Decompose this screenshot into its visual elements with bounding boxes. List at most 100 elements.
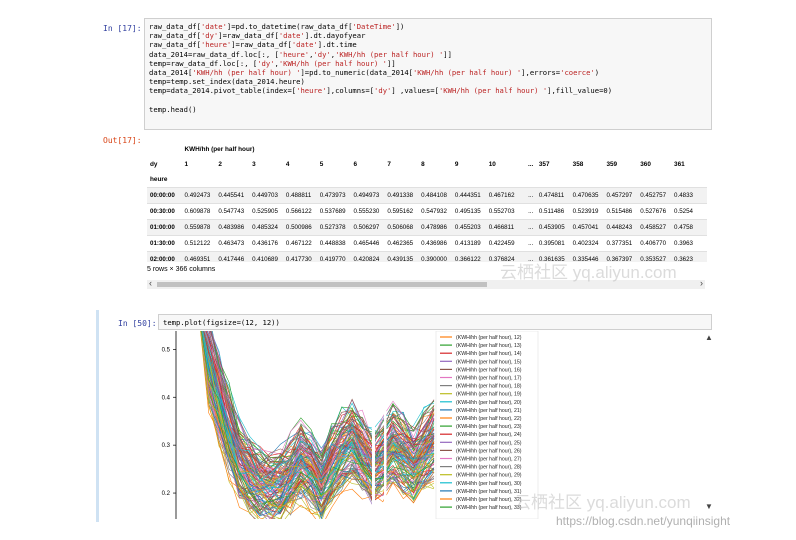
legend-label: (KWH/hh (per half hour), 14) [456,351,522,357]
dataframe-cell: 0.417446 [218,251,253,262]
dataframe-row-index: 02:00:00 [147,251,185,262]
dataframe-cell: 0.466811 [488,219,523,236]
dataframe-cell: 0.448838 [319,235,354,252]
dataframe-top-header: KWH/hh (per half hour) [184,146,255,153]
dataframe-row: 00:30:00 0.609878 0.547743 0.525905 0.566122… [147,203,707,220]
legend-label: (KWH/hh (per half hour), 25) [456,440,522,446]
dataframe-cell: 0.457041 [572,219,607,236]
dataframe-column-header: 9 [454,161,459,168]
dataframe-column-header: 357 [538,161,550,168]
dataframe-cell: ... [522,219,539,236]
dataframe-cell: 0.470635 [572,187,607,204]
dataframe-cell: 0.467162 [488,187,523,204]
dataframe-column-header: 6 [353,161,358,168]
cell-2-code-editor[interactable]: temp.plot(figsize=(12, 12)) [158,314,712,330]
dataframe-cell: 0.422459 [488,235,523,252]
code-line: data_2014['KWH/hh (per half hour) ']=pd.… [149,68,600,78]
cell-1-out-prompt: Out[17]: [103,136,142,145]
dataframe-cell: 0.512122 [184,235,219,252]
scroll-up-icon[interactable]: ▲ [705,333,713,342]
legend-label: (KWH/hh (per half hour), 32) [456,497,522,503]
scroll-left-icon[interactable]: ‹ [149,278,152,288]
legend-label: (KWH/hh (per half hour), 29) [456,473,522,479]
code-line: temp=data_2014.pivot_table(index=['heure… [149,86,613,96]
dataframe-cell: 0.515486 [606,203,641,220]
code-line: data_2014=raw_data_df.loc[:, ['heure','d… [149,49,452,59]
dataframe-column-header: 10 [488,161,496,168]
dataframe-cell: 0.448243 [606,219,641,236]
output-vertical-scrollbar[interactable]: ▲ ▼ [704,333,715,511]
dataframe-column-header: 8 [421,161,425,168]
dataframe-column-header: 5 [319,161,324,168]
dataframe-column-header: 361 [674,161,685,168]
dataframe-cell: 0.537689 [319,203,354,220]
code-line: temp=raw_data_df.loc[:, ['dy','KWH/hh (p… [149,58,396,68]
y-tick-label: 0.3 [162,443,171,449]
cell-1-code-editor[interactable]: raw_data_df['date']=pd.to_datetime(raw_d… [144,18,712,130]
dataframe-columns-label: dy [150,161,158,168]
dataframe-cell: 0.491338 [387,187,422,204]
dataframe-cell: 0.484108 [421,187,455,204]
dataframe-cell: 0.445541 [218,187,253,204]
dataframe-row-index: 01:00:00 [147,219,185,236]
dataframe-row-index: 00:30:00 [147,203,185,220]
plot-gap [384,331,387,519]
legend-label: (KWH/hh (per half hour), 33) [456,505,522,511]
dataframe-index-label: heure [150,176,168,183]
dataframe-cell: 0.525905 [252,203,286,220]
dataframe-cell: 0.420824 [353,251,388,262]
dataframe-cell: 0.444351 [454,187,489,204]
dataframe-row: 01:00:00 0.559878 0.483986 0.485324 0.500986… [147,219,707,236]
dataframe-cell: 0.488811 [285,187,320,204]
dataframe-row-index: 00:00:00 [147,187,185,204]
plot-gap [372,331,375,519]
y-tick-label: 0.2 [162,491,171,497]
legend-label: (KWH/hh (per half hour), 17) [456,376,522,382]
code-line: raw_data_df['heure']=raw_data_df['date']… [149,40,357,50]
legend-label: (KWH/hh (per half hour), 23) [456,424,522,430]
dataframe-row: 01:30:00 0.512122 0.463473 0.436176 0.467122… [147,235,707,252]
legend-label: (KWH/hh (per half hour), 16) [456,367,522,373]
y-tick-label: 0.5 [162,347,171,353]
dataframe-cell: 0.478986 [421,219,455,236]
dataframe-row-index: 01:30:00 [147,235,185,252]
dataframe-cell: 0.417730 [285,251,320,262]
dataframe-cell: 0.527378 [319,219,354,236]
dataframe-cell: 0.402324 [572,235,607,252]
dataframe-cell: 0.467122 [285,235,320,252]
dataframe-column-header: 4 [285,161,290,168]
dataframe-cell: 0.595162 [387,203,422,220]
legend-label: (KWH/hh (per half hour), 22) [456,416,522,422]
legend-label: (KWH/hh (per half hour), 28) [456,465,522,471]
dataframe-cell: 0.5254 [674,203,707,220]
dataframe-cell: 0.566122 [285,203,320,220]
dataframe-column-header: 360 [640,161,651,168]
dataframe-cell: 0.457297 [606,187,641,204]
dataframe-cell: 0.449703 [252,187,286,204]
dataframe-cell: 0.485324 [252,219,286,236]
scroll-down-icon[interactable]: ▼ [705,502,713,511]
code-line: raw_data_df['date']=pd.to_datetime(raw_d… [149,22,405,31]
scroll-right-icon[interactable]: › [700,278,703,288]
dataframe-cell: 0.500986 [285,219,320,236]
series-lines [200,331,435,519]
dataframe-cell: 0.3963 [674,235,707,252]
legend-label: (KWH/hh (per half hour), 21) [456,408,522,414]
dataframe-cell: 0.469351 [184,251,219,262]
dataframe-cell: ... [522,203,539,220]
legend-label: (KWH/hh (per half hour), 30) [456,481,522,487]
dataframe-column-header: ... [528,161,534,168]
dataframe-cell: 0.453905 [538,219,573,236]
dataframe-cell: 0.474811 [538,187,573,204]
watermark: 云栖社区 yq.aliyun.com [500,263,677,282]
dataframe-cell: 0.413189 [454,235,489,252]
dataframe-row: 00:00:00 0.492473 0.445541 0.449703 0.488811… [147,187,707,204]
cell-1-in-prompt: In [17]: [103,24,142,33]
dataframe-cell: 0.506068 [387,219,422,236]
dataframe-cell: 0.547932 [421,203,455,220]
legend-label: (KWH/hh (per half hour), 20) [456,400,522,406]
watermark: 云栖社区 yq.aliyun.com [514,493,691,512]
legend-label: (KWH/hh (per half hour), 12) [456,335,522,341]
scrollbar-thumb[interactable] [157,282,487,287]
